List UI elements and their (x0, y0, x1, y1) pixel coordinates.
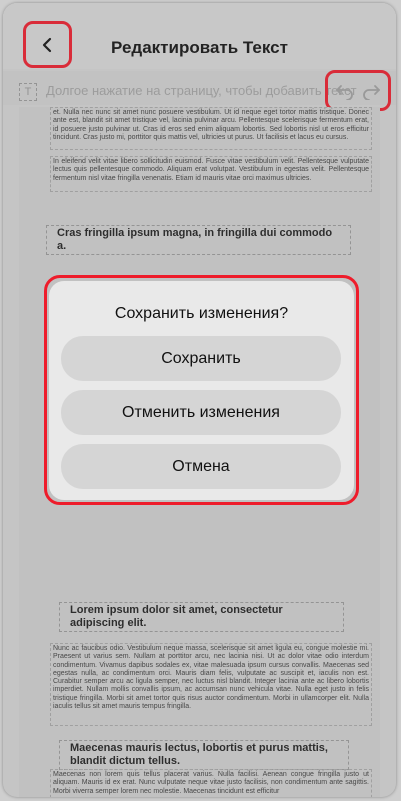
dialog-title: Сохранить изменения? (114, 305, 289, 322)
save-changes-dialog: Сохранить изменения? Сохранить Отменить … (49, 281, 354, 500)
discard-changes-button[interactable]: Отменить изменения (61, 390, 341, 435)
cancel-button[interactable]: Отмена (61, 444, 341, 489)
save-button[interactable]: Сохранить (61, 336, 341, 381)
